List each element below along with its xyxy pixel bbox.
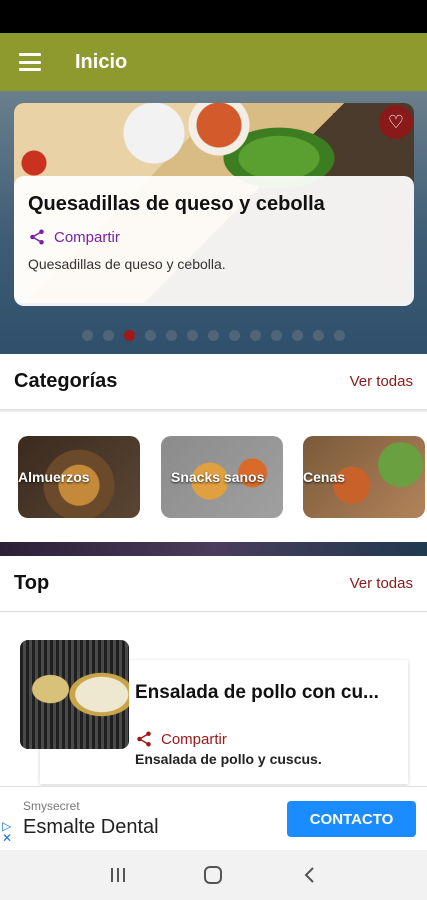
featured-recipe-title: Quesadillas de queso y cebolla <box>28 193 325 215</box>
ad-banner[interactable]: ▷ ✕ Smysecret Esmalte Dental CONTACTO <box>0 786 427 850</box>
category-card-almuerzos[interactable]: Almuerzos <box>18 436 140 518</box>
recipe-image[interactable] <box>20 640 129 749</box>
carousel-dot[interactable] <box>187 330 198 341</box>
carousel-dot[interactable] <box>124 330 135 341</box>
categories-see-all-link[interactable]: Ver todas <box>350 373 413 390</box>
carousel-indicator <box>0 330 427 341</box>
share-button[interactable]: Compartir <box>28 228 400 246</box>
carousel-dot[interactable] <box>292 330 303 341</box>
carousel-dot[interactable] <box>250 330 261 341</box>
share-icon <box>137 731 151 747</box>
favorite-button[interactable]: ♡ <box>379 105 413 139</box>
ad-contact-button[interactable]: CONTACTO <box>287 801 416 837</box>
carousel-dot[interactable] <box>271 330 282 341</box>
ad-source: Smysecret <box>23 799 80 813</box>
carousel-dot[interactable] <box>334 330 345 341</box>
ad-choices-icon[interactable]: ▷ ✕ <box>2 820 12 844</box>
share-button[interactable]: Compartir <box>135 730 227 748</box>
home-button[interactable] <box>193 855 233 895</box>
home-icon <box>204 866 223 884</box>
categories-header: Categorías Ver todas <box>0 354 427 410</box>
share-icon <box>30 229 44 245</box>
carousel-dot[interactable] <box>229 330 240 341</box>
back-button[interactable] <box>289 855 329 895</box>
status-bar <box>0 0 427 33</box>
app-bar: Inicio <box>0 33 427 91</box>
category-label: Snacks sanos <box>171 469 265 485</box>
section-divider <box>0 542 427 556</box>
carousel-dot[interactable] <box>166 330 177 341</box>
featured-recipe-description: Quesadillas de queso y cebolla. <box>28 256 226 272</box>
category-label: Cenas <box>303 469 346 485</box>
menu-icon[interactable] <box>19 53 41 71</box>
page-title: Inicio <box>75 50 128 73</box>
top-recipes-list: Ensalada de pollo con cu... Compartir En… <box>0 612 427 786</box>
featured-recipe-card[interactable]: Quesadillas de queso y cebolla Compartir… <box>14 176 414 306</box>
category-label: Almuerzos <box>18 469 90 485</box>
share-label: Compartir <box>54 228 120 246</box>
carousel-dot[interactable] <box>82 330 93 341</box>
ad-title: Esmalte Dental <box>23 816 159 838</box>
category-card-cenas[interactable]: Cenas <box>303 436 425 518</box>
carousel-dot[interactable] <box>208 330 219 341</box>
recipe-title: Ensalada de pollo con cu... <box>135 682 379 703</box>
carousel-dot[interactable] <box>313 330 324 341</box>
recipe-description: Ensalada de pollo y cuscus. <box>135 751 322 767</box>
system-nav-bar <box>0 850 427 900</box>
categories-title: Categorías <box>14 370 118 392</box>
top-header: Top Ver todas <box>0 556 427 612</box>
top-see-all-link[interactable]: Ver todas <box>350 575 413 592</box>
share-label: Compartir <box>161 730 227 748</box>
heart-icon: ♡ <box>387 111 405 132</box>
recents-button[interactable] <box>98 855 138 895</box>
back-icon <box>304 867 314 883</box>
categories-list: Almuerzos Snacks sanos Cenas <box>0 412 427 542</box>
featured-carousel[interactable]: ♡ Quesadillas de queso y cebolla Compart… <box>0 91 427 354</box>
carousel-dot[interactable] <box>145 330 156 341</box>
recents-icon <box>110 868 125 882</box>
carousel-dot[interactable] <box>103 330 114 341</box>
top-title: Top <box>14 572 50 594</box>
category-card-snacks-sanos[interactable]: Snacks sanos <box>161 436 283 518</box>
